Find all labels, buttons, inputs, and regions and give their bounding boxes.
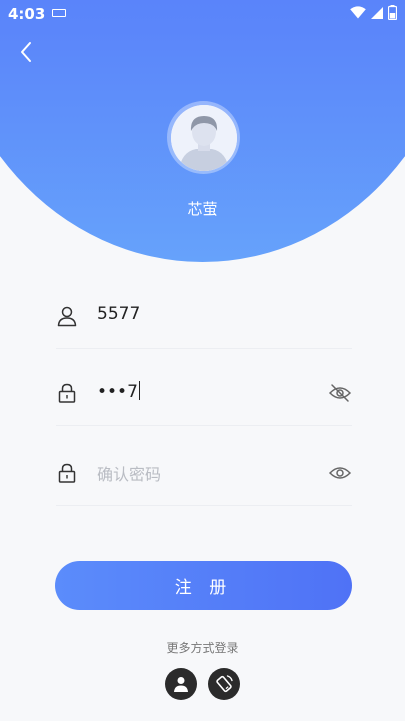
user-avatar-icon xyxy=(170,104,237,171)
register-button[interactable]: 注 册 xyxy=(55,561,352,610)
wifi-icon xyxy=(350,6,366,19)
more-login-label: 更多方式登录 xyxy=(166,641,239,655)
phone-login-button[interactable] xyxy=(208,668,240,700)
lock-icon xyxy=(58,463,76,483)
account-input[interactable]: 5577 xyxy=(97,304,140,324)
phone-icon xyxy=(216,675,233,693)
text-cursor xyxy=(138,381,140,400)
account-row: 5577 xyxy=(56,289,352,349)
avatar[interactable] xyxy=(167,101,240,174)
user-icon xyxy=(57,306,77,327)
confirm-password-row: 确认密码 xyxy=(56,446,352,506)
keyboard-icon xyxy=(52,9,66,17)
password-input[interactable]: •••7 xyxy=(97,381,140,402)
chevron-left-icon xyxy=(21,42,31,62)
eye-icon[interactable] xyxy=(328,463,352,483)
battery-icon xyxy=(388,5,397,20)
status-icons xyxy=(350,5,397,20)
confirm-password-input[interactable]: 确认密码 xyxy=(97,461,161,485)
password-value: •••7 xyxy=(97,382,138,402)
avatar-image xyxy=(170,104,237,171)
eye-off-icon[interactable] xyxy=(328,383,352,403)
account-login-button[interactable] xyxy=(165,668,197,700)
password-row: •••7 xyxy=(56,366,352,426)
username-label: 芯萤 xyxy=(187,200,218,218)
person-icon xyxy=(174,677,188,692)
signal-icon xyxy=(371,6,383,19)
status-bar: 4:03 xyxy=(0,0,405,28)
lock-icon xyxy=(58,383,76,403)
status-time: 4:03 xyxy=(8,5,46,23)
back-button[interactable] xyxy=(12,38,40,66)
